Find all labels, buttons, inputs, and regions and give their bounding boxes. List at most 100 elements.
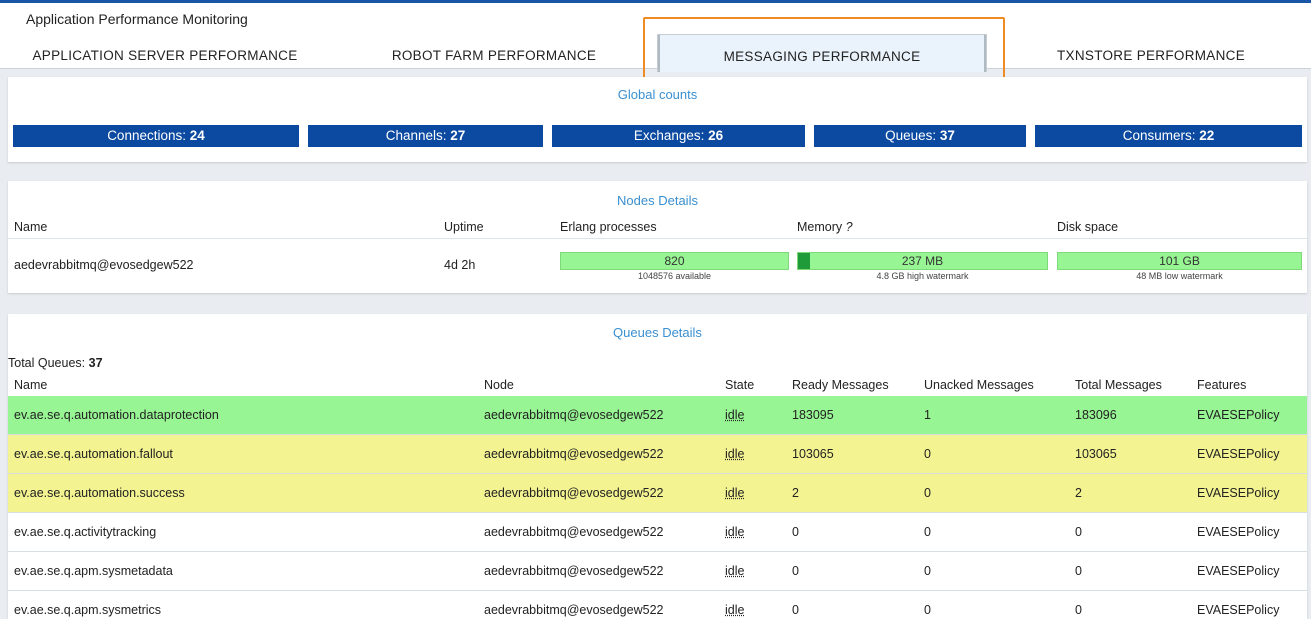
queue-node: aedevrabbitmq@evosedgew522	[484, 603, 664, 617]
memory-meter-fill	[798, 253, 811, 269]
queue-state: idle	[725, 564, 745, 578]
consumers-value: 22	[1199, 128, 1215, 143]
queues-value: 37	[939, 128, 955, 143]
queue-unacked: 0	[924, 525, 931, 539]
queue-features: EVAESEPolicy	[1197, 408, 1280, 422]
global-counts-panel: Global counts Connections: 24 Channels: …	[8, 77, 1307, 162]
queue-state: idle	[725, 525, 745, 539]
memory-header-label: Memory	[797, 220, 843, 234]
table-row[interactable]: ev.ae.se.q.apm.sysmetrics aedevrabbitmq@…	[8, 591, 1307, 619]
queue-total: 103065	[1075, 447, 1117, 461]
queue-features: EVAESEPolicy	[1197, 486, 1280, 500]
connections-count: Connections: 24	[13, 125, 299, 147]
memory-meter: 237 MB	[797, 252, 1048, 270]
tab-application-server-performance[interactable]: APPLICATION SERVER PERFORMANCE	[20, 39, 310, 73]
exchanges-count: Exchanges: 26	[552, 125, 805, 147]
disk-space-value: 101 GB	[1159, 254, 1200, 268]
queues-col-ready: Ready Messages	[792, 378, 889, 392]
app-header: Application Performance Monitoring APPLI…	[0, 3, 1311, 72]
nodes-col-erlang: Erlang processes	[560, 220, 657, 234]
tab-robot-farm-performance[interactable]: ROBOT FARM PERFORMANCE	[365, 39, 623, 73]
queues-count: Queues: 37	[814, 125, 1026, 147]
nodes-col-uptime: Uptime	[444, 220, 484, 234]
disk-space-sub: 48 MB low watermark	[1136, 271, 1223, 281]
connections-value: 24	[189, 128, 205, 143]
total-queues: Total Queues: 37	[8, 356, 103, 370]
global-counts-title: Global counts	[617, 87, 698, 102]
table-row[interactable]: ev.ae.se.q.automation.success aedevrabbi…	[8, 474, 1307, 513]
table-row[interactable]: ev.ae.se.q.apm.sysmetadata aedevrabbitmq…	[8, 552, 1307, 591]
queue-total: 183096	[1075, 408, 1117, 422]
queues-col-state: State	[725, 378, 755, 392]
queue-name[interactable]: ev.ae.se.q.apm.sysmetadata	[14, 552, 173, 590]
nodes-col-memory: Memory ?	[797, 220, 853, 234]
erlang-processes-value: 820	[664, 254, 685, 268]
queue-unacked: 0	[924, 447, 931, 461]
table-row[interactable]: ev.ae.se.q.automation.fallout aedevrabbi…	[8, 435, 1307, 474]
node-uptime: 4d 2h	[444, 258, 476, 272]
erlang-processes-meter: 820	[560, 252, 789, 270]
queues-label: Queues:	[885, 128, 937, 143]
queue-state: idle	[725, 486, 745, 500]
queue-unacked: 1	[924, 408, 931, 422]
queue-features: EVAESEPolicy	[1197, 525, 1280, 539]
queue-ready: 183095	[792, 408, 834, 422]
queue-name[interactable]: ev.ae.se.q.automation.dataprotection	[14, 396, 219, 434]
queue-ready: 0	[792, 564, 799, 578]
queue-state: idle	[725, 447, 745, 461]
queue-node: aedevrabbitmq@evosedgew522	[484, 525, 664, 539]
queues-col-unacked: Unacked Messages	[924, 378, 1034, 392]
queues-col-features: Features	[1197, 378, 1247, 392]
table-row[interactable]: ev.ae.se.q.activitytracking aedevrabbitm…	[8, 513, 1307, 552]
queues-details-title: Queues Details	[613, 325, 702, 340]
queue-total: 0	[1075, 564, 1082, 578]
queue-name[interactable]: ev.ae.se.q.automation.success	[14, 474, 185, 512]
queue-name[interactable]: ev.ae.se.q.automation.fallout	[14, 435, 173, 473]
exchanges-label: Exchanges:	[633, 128, 705, 143]
consumers-label: Consumers:	[1122, 128, 1196, 143]
queue-node: aedevrabbitmq@evosedgew522	[484, 408, 664, 422]
exchanges-value: 26	[708, 128, 724, 143]
nodes-col-name: Name	[14, 220, 48, 234]
queues-col-name: Name	[14, 378, 48, 392]
queue-unacked: 0	[924, 603, 931, 617]
queue-state: idle	[725, 408, 745, 422]
queue-features: EVAESEPolicy	[1197, 603, 1280, 617]
node-name[interactable]: aedevrabbitmq@evosedgew522	[14, 258, 193, 272]
app-title: Application Performance Monitoring	[26, 11, 248, 27]
queue-ready: 103065	[792, 447, 834, 461]
queue-features: EVAESEPolicy	[1197, 447, 1280, 461]
nodes-details-panel: Nodes Details Name Uptime Erlang process…	[8, 181, 1307, 293]
memory-value: 237 MB	[901, 254, 944, 268]
disk-space-meter: 101 GB	[1057, 252, 1302, 270]
total-queues-value: 37	[88, 356, 103, 370]
queue-total: 0	[1075, 603, 1082, 617]
table-row[interactable]: ev.ae.se.q.automation.dataprotection aed…	[8, 396, 1307, 435]
consumers-count: Consumers: 22	[1035, 125, 1302, 147]
queue-features: EVAESEPolicy	[1197, 564, 1280, 578]
tab-messaging-performance[interactable]: MESSAGING PERFORMANCE	[657, 34, 987, 72]
queue-total: 0	[1075, 525, 1082, 539]
queue-node: aedevrabbitmq@evosedgew522	[484, 486, 664, 500]
queue-node: aedevrabbitmq@evosedgew522	[484, 564, 664, 578]
queues-col-total: Total Messages	[1075, 378, 1162, 392]
nodes-details-title: Nodes Details	[617, 193, 698, 208]
memory-sub: 4.8 GB high watermark	[876, 271, 969, 281]
queue-state: idle	[725, 603, 745, 617]
erlang-processes-sub: 1048576 available	[637, 271, 712, 281]
queue-name[interactable]: ev.ae.se.q.activitytracking	[14, 513, 156, 551]
queue-ready: 2	[792, 486, 799, 500]
connections-label: Connections:	[107, 128, 186, 143]
queue-ready: 0	[792, 525, 799, 539]
channels-label: Channels:	[385, 128, 447, 143]
queues-col-node: Node	[484, 378, 514, 392]
queue-total: 2	[1075, 486, 1082, 500]
queue-name[interactable]: ev.ae.se.q.apm.sysmetrics	[14, 591, 161, 619]
tab-txnstore-performance[interactable]: TXNSTORE PERFORMANCE	[1015, 39, 1287, 73]
nodes-col-disk: Disk space	[1057, 220, 1119, 234]
memory-help-icon[interactable]: ?	[846, 220, 853, 234]
channels-count: Channels: 27	[308, 125, 543, 147]
queue-unacked: 0	[924, 486, 931, 500]
channels-value: 27	[450, 128, 466, 143]
queue-node: aedevrabbitmq@evosedgew522	[484, 447, 664, 461]
